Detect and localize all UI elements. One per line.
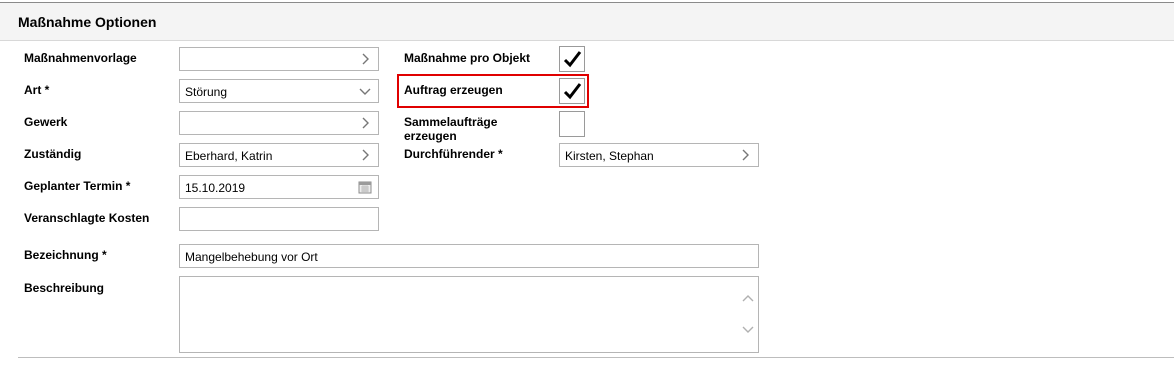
geplanter-termin-field[interactable]: 15.10.2019 (179, 175, 379, 199)
art-select[interactable]: Störung (179, 79, 379, 103)
bezeichnung-value: Mangelbehebung vor Ort (185, 250, 318, 264)
section-title: Maßnahme Optionen (18, 14, 157, 30)
zustaendig-field[interactable]: Eberhard, Katrin (179, 143, 379, 167)
massnahmenvorlage-field[interactable] (179, 47, 379, 71)
label-veranschlagte-kosten: Veranschlagte Kosten (24, 211, 150, 225)
section-header: Maßnahme Optionen (0, 3, 1174, 41)
label-sammelauftraege: Sammelaufträge erzeugen (404, 115, 497, 143)
label-geplanter-termin: Geplanter Termin * (24, 179, 131, 193)
scroll-down-icon[interactable] (742, 325, 754, 335)
label-sammelauftraege-line1: Sammelaufträge (404, 115, 498, 129)
massnahme-pro-objekt-checkbox[interactable] (559, 46, 585, 72)
label-gewerk: Gewerk (24, 115, 68, 129)
zustaendig-value: Eberhard, Katrin (185, 149, 273, 163)
label-zustaendig: Zuständig (24, 147, 82, 161)
label-sammelauftraege-line2: erzeugen (404, 129, 457, 143)
scroll-up-icon[interactable] (742, 293, 754, 303)
gewerk-field[interactable] (179, 111, 379, 135)
art-value: Störung (185, 85, 228, 99)
label-art: Art * (24, 83, 50, 97)
label-auftrag-erzeugen: Auftrag erzeugen (404, 83, 503, 97)
veranschlagte-kosten-field[interactable] (179, 207, 379, 231)
label-bezeichnung: Bezeichnung * (24, 248, 107, 262)
durchfuehrender-field[interactable]: Kirsten, Stephan (559, 143, 759, 167)
auftrag-erzeugen-checkbox[interactable] (559, 78, 585, 104)
bottom-divider (18, 357, 1174, 358)
chevron-down-icon[interactable] (358, 84, 372, 98)
geplanter-termin-value: 15.10.2019 (185, 181, 246, 195)
chevron-right-icon[interactable] (358, 116, 372, 130)
bezeichnung-field[interactable]: Mangelbehebung vor Ort (179, 244, 759, 268)
checkmark-icon (563, 51, 582, 68)
durchfuehrender-value: Kirsten, Stephan (565, 149, 654, 163)
chevron-right-icon[interactable] (358, 52, 372, 66)
chevron-right-icon[interactable] (738, 148, 752, 162)
calendar-icon[interactable] (358, 180, 372, 194)
label-beschreibung: Beschreibung (24, 281, 105, 295)
label-massnahme-pro-objekt: Maßnahme pro Objekt (404, 51, 531, 65)
label-massnahmenvorlage: Maßnahmenvorlage (24, 51, 137, 65)
label-durchfuehrender: Durchführender * (404, 147, 503, 161)
sammelauftraege-checkbox[interactable] (559, 111, 585, 137)
chevron-right-icon[interactable] (358, 148, 372, 162)
beschreibung-textarea[interactable] (179, 276, 759, 353)
checkmark-icon (563, 83, 582, 100)
